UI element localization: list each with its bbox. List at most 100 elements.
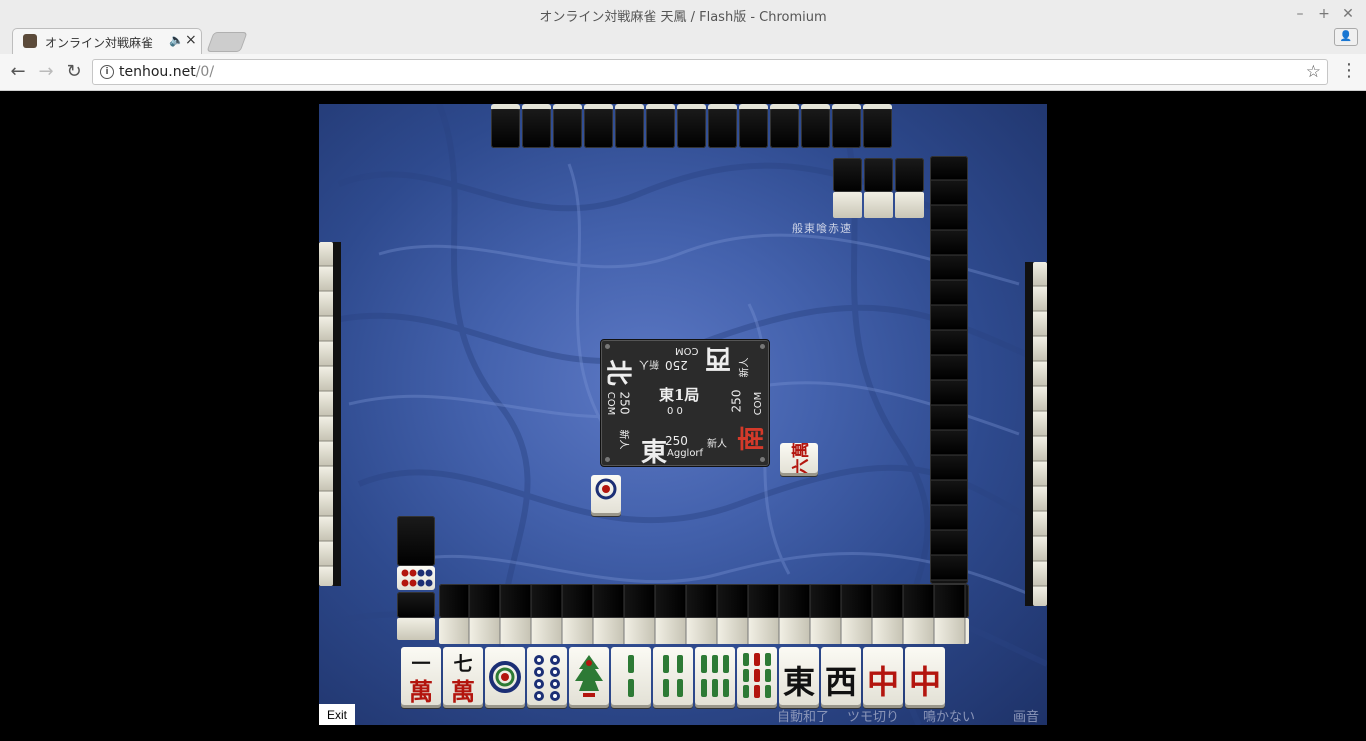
self-score: 250 <box>665 434 688 448</box>
bookmark-star-icon[interactable]: ☆ <box>1306 62 1321 82</box>
tsumogiri-toggle[interactable]: ツモ切り <box>847 706 899 725</box>
self-discard-tile <box>591 475 621 513</box>
wall-tile <box>833 158 862 192</box>
dora-indicator-tile <box>397 566 435 590</box>
info-icon[interactable]: i <box>100 65 114 79</box>
right-discard-label: 六萬 <box>791 443 812 473</box>
eight-pin-icon <box>401 569 433 587</box>
reload-icon[interactable]: ↻ <box>64 62 84 82</box>
tile-back <box>739 104 768 148</box>
tile-back <box>832 104 861 148</box>
score-panel: 東1局 0 0 東 250 新人 Agglorf 南 250 COM 新人 西 … <box>600 339 770 468</box>
four-sou-icon <box>663 655 683 697</box>
hand-tile-2-sou[interactable] <box>611 647 651 705</box>
minimize-icon[interactable]: – <box>1290 4 1310 24</box>
hand-tile-9-sou[interactable] <box>737 647 777 705</box>
left-wind: 北 <box>602 359 633 386</box>
url-text: tenhou.net/0/ <box>119 64 214 80</box>
bottom-wall-backs <box>439 584 969 618</box>
hand-tile-west[interactable]: 西 <box>821 647 861 705</box>
hand-tile-1-man[interactable]: 一 萬 <box>401 647 441 705</box>
two-sou-icon <box>628 655 634 697</box>
maximize-icon[interactable]: + <box>1314 4 1334 24</box>
one-pin-icon <box>489 661 521 693</box>
tab-title: オンライン対戦麻雀 天 <box>45 36 155 50</box>
self-rank: 新人 <box>707 439 727 450</box>
screw <box>760 457 765 462</box>
new-tab-button[interactable] <box>206 32 248 52</box>
bird-icon <box>575 655 603 697</box>
screw <box>760 344 765 349</box>
top-wind: 西 <box>705 343 732 373</box>
forward-icon[interactable]: → <box>36 62 56 82</box>
wall-tile-side <box>397 618 435 640</box>
tile-back <box>615 104 644 148</box>
right-score: 250 <box>729 389 744 413</box>
right-discard-tile: 六萬 <box>780 443 818 473</box>
left-player-hand <box>319 242 341 586</box>
auto-win-toggle[interactable]: 自動和了 <box>777 706 829 725</box>
eight-pin-icon <box>534 655 560 701</box>
tile-back <box>708 104 737 148</box>
tile-back <box>522 104 551 148</box>
tile-back <box>770 104 799 148</box>
hand-tile-8-pin[interactable] <box>527 647 567 705</box>
sound-toggle[interactable]: 画音 <box>1013 706 1039 725</box>
right-player-hand <box>1025 262 1047 606</box>
tab-tenhou[interactable]: オンライン対戦麻雀 天 🔈 × <box>12 28 202 54</box>
hand-tile-red-dragon[interactable]: 中 <box>905 647 945 705</box>
game-table[interactable]: 般東喰赤速 東1局 0 0 東 250 新人 Agglorf 南 250 COM… <box>319 104 1047 725</box>
self-wind: 東 <box>641 438 668 468</box>
wall-tile-side <box>833 192 862 218</box>
tile-label: 西 <box>824 663 857 701</box>
wall-tile-side <box>864 192 893 218</box>
back-icon[interactable]: ← <box>8 62 28 82</box>
right-name: COM <box>753 391 765 416</box>
round-indicator: 東1局 <box>659 386 700 404</box>
hand-tile-6-sou[interactable] <box>695 647 735 705</box>
menu-icon[interactable]: ⋮ <box>1340 62 1358 80</box>
hand-tile-1-sou[interactable] <box>569 647 609 705</box>
wall-tile <box>895 158 924 192</box>
hand-tile-7-man[interactable]: 七 萬 <box>443 647 483 705</box>
circle-tile-icon <box>595 478 617 500</box>
tile-label: 東 <box>782 663 815 701</box>
bottom-wall <box>439 584 969 644</box>
right-wind: 南 <box>737 425 768 452</box>
screw <box>605 344 610 349</box>
wall-tile-side <box>895 192 924 218</box>
tile-back <box>863 104 892 148</box>
bottom-wall-sides <box>439 618 969 644</box>
top-rank: 新人 <box>639 358 659 369</box>
tile-back <box>677 104 706 148</box>
honba-counter: 0 0 <box>667 406 683 417</box>
exit-button[interactable]: Exit <box>319 704 355 725</box>
tile-back <box>801 104 830 148</box>
hand-tile-east[interactable]: 東 <box>779 647 819 705</box>
screw <box>605 457 610 462</box>
self-name: Agglorf <box>667 448 704 459</box>
tile-label: 中 <box>908 663 941 701</box>
close-window-icon[interactable]: ✕ <box>1338 4 1358 24</box>
hand-tile-red-dragon[interactable]: 中 <box>863 647 903 705</box>
hand-tile-4-sou[interactable] <box>653 647 693 705</box>
left-hand-tiles <box>319 242 333 586</box>
left-rank: 新人 <box>617 429 629 450</box>
window-title: オンライン対戦麻雀 天鳳 / Flash版 - Chromium <box>539 10 827 25</box>
profile-icon[interactable]: 👤 <box>1334 28 1358 46</box>
tab-close-icon[interactable]: × <box>185 32 197 48</box>
rules-label: 般東喰赤速 <box>792 222 852 235</box>
hand-tile-1-pin[interactable] <box>485 647 525 705</box>
tab-strip: オンライン対戦麻雀 天 🔈 × 👤 <box>0 28 1366 54</box>
speaker-icon[interactable]: 🔈 <box>169 33 184 47</box>
wall-tile <box>864 158 893 192</box>
nine-sou-icon <box>743 653 771 698</box>
left-wall-stack <box>397 516 435 566</box>
top-score: 250 <box>665 358 688 372</box>
right-rank: 新人 <box>739 357 751 378</box>
no-call-toggle[interactable]: 鳴かない <box>923 706 975 725</box>
top-name: COM <box>675 345 699 356</box>
address-bar[interactable]: i tenhou.net/0/ ☆ <box>92 59 1328 85</box>
right-wall <box>930 156 968 584</box>
browser-toolbar: ← → ↻ i tenhou.net/0/ ☆ ⋮ <box>0 54 1366 91</box>
